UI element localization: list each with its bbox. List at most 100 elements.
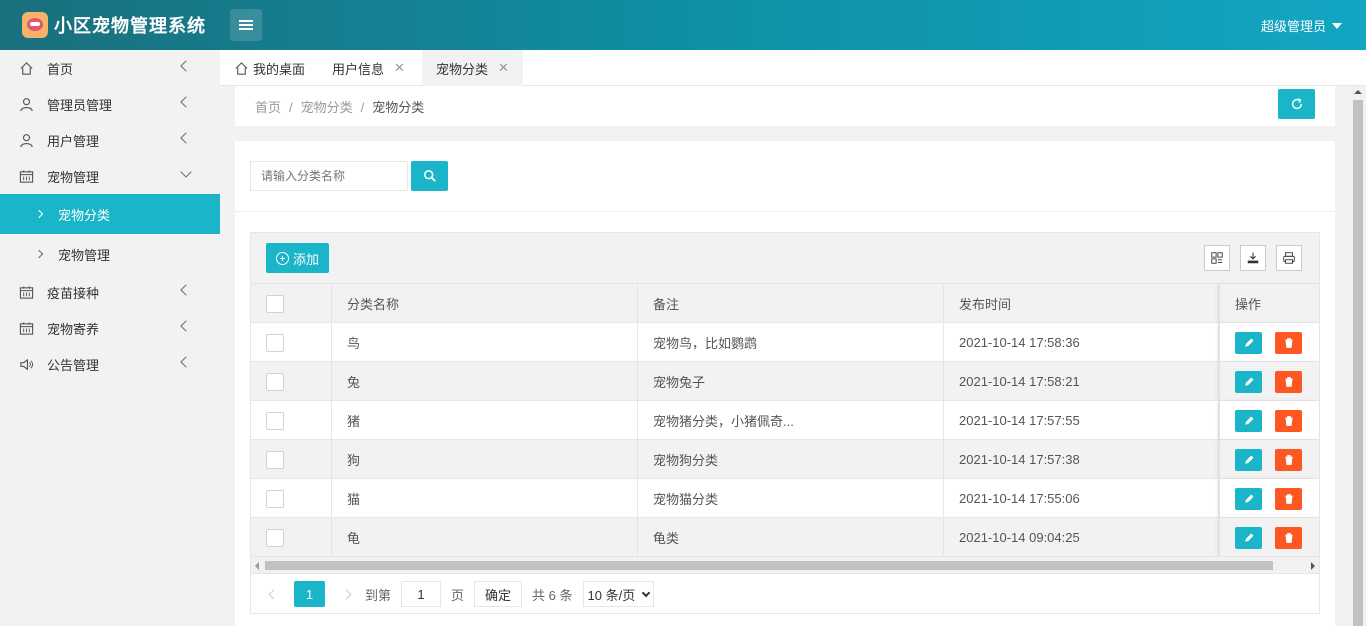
search-button[interactable] <box>411 161 448 191</box>
scroll-right-icon[interactable] <box>1311 562 1315 570</box>
cell-name: 狗 <box>332 440 638 479</box>
cell-name: 猫 <box>332 479 638 518</box>
tab-label: 用户信息 <box>332 61 385 77</box>
trash-icon <box>1284 454 1293 465</box>
horizontal-scrollbar[interactable] <box>251 557 1319 574</box>
export-icon <box>1247 252 1259 264</box>
sidebar-item-admin[interactable]: 管理员管理 <box>0 86 220 122</box>
add-button[interactable]: 添加 <box>266 243 330 273</box>
row-checkbox[interactable] <box>266 450 284 469</box>
chevron-left-icon <box>180 356 192 368</box>
sidebar-subitem-pet-category[interactable]: 宠物分类 <box>0 194 220 234</box>
trash-icon <box>1284 415 1293 426</box>
table-row: 鸟 宠物鸟，比如鹦鹉 2021-10-14 17:58:36 <box>251 323 1319 362</box>
pencil-icon <box>1244 494 1253 503</box>
chevron-left-icon <box>180 132 192 144</box>
edit-button[interactable] <box>1235 370 1262 393</box>
sidebar-item-home[interactable]: 首页 <box>0 50 220 86</box>
row-checkbox[interactable] <box>266 489 284 508</box>
sidebar-item-label: 用户管理 <box>47 133 100 149</box>
page-current[interactable]: 1 <box>294 581 325 607</box>
refresh-button[interactable] <box>1278 89 1315 119</box>
delete-button[interactable] <box>1275 370 1302 393</box>
chevron-left-icon <box>180 320 192 332</box>
table-row: 猪 宠物猪分类，小猪佩奇... 2021-10-14 17:57:55 <box>251 401 1319 440</box>
page-size-select[interactable]: 10 条/页 <box>582 581 655 607</box>
delete-button[interactable] <box>1275 526 1302 549</box>
close-icon[interactable]: ✕ <box>394 60 405 76</box>
breadcrumb-current: 宠物分类 <box>372 100 425 115</box>
column-header[interactable]: 发布时间 <box>944 284 1219 323</box>
vertical-scrollbar[interactable] <box>1350 86 1366 626</box>
add-button-label: 添加 <box>293 251 320 267</box>
user-name: 超级管理员 <box>1260 19 1326 34</box>
goto-page-input[interactable] <box>401 581 442 607</box>
breadcrumb-home[interactable]: 首页 <box>255 100 281 115</box>
sidebar: 首页 管理员管理 用户管理 宠物管理 宠物分类 宠物管理 疫苗接种 宠物寄养 公… <box>0 50 220 626</box>
row-checkbox[interactable] <box>266 333 284 352</box>
top-header: 小区宠物管理系统 超级管理员 <box>0 0 1366 50</box>
tab-label: 宠物分类 <box>436 61 489 77</box>
select-all-checkbox[interactable] <box>266 294 284 313</box>
data-table: 添加 分类名称 备注 发布时间 操作 鸟 宠物鸟，比如鹦鹉 2021-10-14… <box>250 232 1320 614</box>
goto-confirm-button[interactable]: 确定 <box>474 581 523 607</box>
sidebar-item-announcements[interactable]: 公告管理 <box>0 346 220 382</box>
sidebar-subitem-pet-list[interactable]: 宠物管理 <box>0 234 220 274</box>
scrollbar-thumb[interactable] <box>265 561 1273 570</box>
pencil-icon <box>1244 416 1253 425</box>
pagination: 1 到第 页 确定 共 6 条 10 条/页 <box>266 581 655 607</box>
delete-button[interactable] <box>1275 409 1302 432</box>
edit-button[interactable] <box>1235 409 1262 432</box>
delete-button[interactable] <box>1275 448 1302 471</box>
sidebar-item-vaccination[interactable]: 疫苗接种 <box>0 274 220 310</box>
chevron-left-icon <box>268 589 278 599</box>
cell-note: 宠物猫分类 <box>638 479 944 518</box>
sidebar-subitem-label: 宠物分类 <box>58 207 111 223</box>
scroll-up-icon[interactable] <box>1354 90 1362 94</box>
row-checkbox[interactable] <box>266 372 284 391</box>
goto-label: 到第 <box>365 587 392 603</box>
export-button[interactable] <box>1240 245 1266 271</box>
table-row: 龟 龟类 2021-10-14 09:04:25 <box>251 518 1319 557</box>
trash-icon <box>1284 337 1293 348</box>
tab-user-info[interactable]: 用户信息 ✕ <box>318 50 419 86</box>
delete-button[interactable] <box>1275 331 1302 354</box>
menu-toggle-button[interactable] <box>230 9 262 41</box>
row-checkbox[interactable] <box>266 528 284 547</box>
hamburger-icon <box>239 20 253 30</box>
tab-pet-category[interactable]: 宠物分类 ✕ <box>422 50 523 86</box>
edit-button[interactable] <box>1235 487 1262 510</box>
sidebar-item-label: 管理员管理 <box>47 97 113 113</box>
table-row: 狗 宠物狗分类 2021-10-14 17:57:38 <box>251 440 1319 479</box>
prev-page-button[interactable] <box>266 581 280 607</box>
sidebar-item-pet-management[interactable]: 宠物管理 <box>0 158 220 194</box>
cell-note: 龟类 <box>638 518 944 557</box>
sidebar-item-users[interactable]: 用户管理 <box>0 122 220 158</box>
columns-filter-button[interactable] <box>1204 245 1230 271</box>
edit-button[interactable] <box>1235 448 1262 471</box>
close-icon[interactable]: ✕ <box>498 60 509 76</box>
print-button[interactable] <box>1276 245 1302 271</box>
scroll-left-icon[interactable] <box>255 562 259 570</box>
scrollbar-thumb[interactable] <box>1353 100 1363 626</box>
edit-button[interactable] <box>1235 526 1262 549</box>
sidebar-item-boarding[interactable]: 宠物寄养 <box>0 310 220 346</box>
search-input[interactable] <box>250 161 408 191</box>
delete-button[interactable] <box>1275 487 1302 510</box>
home-icon <box>18 60 34 76</box>
row-checkbox[interactable] <box>266 411 284 430</box>
next-page-button[interactable] <box>339 581 353 607</box>
breadcrumb-level1[interactable]: 宠物分类 <box>301 100 353 115</box>
caret-down-icon <box>1332 22 1342 29</box>
column-header[interactable]: 备注 <box>638 284 944 323</box>
pencil-icon <box>1244 377 1253 386</box>
tab-desktop[interactable]: 我的桌面 <box>220 50 319 86</box>
admin-user-icon <box>18 96 34 112</box>
user-menu[interactable]: 超级管理员 <box>1261 16 1342 35</box>
sidebar-item-label: 疫苗接种 <box>47 285 100 301</box>
column-header[interactable]: 分类名称 <box>332 284 638 323</box>
pencil-icon <box>1244 533 1253 542</box>
chevron-right-icon <box>34 249 44 259</box>
edit-button[interactable] <box>1235 331 1262 354</box>
cell-note: 宠物鸟，比如鹦鹉 <box>638 323 944 362</box>
